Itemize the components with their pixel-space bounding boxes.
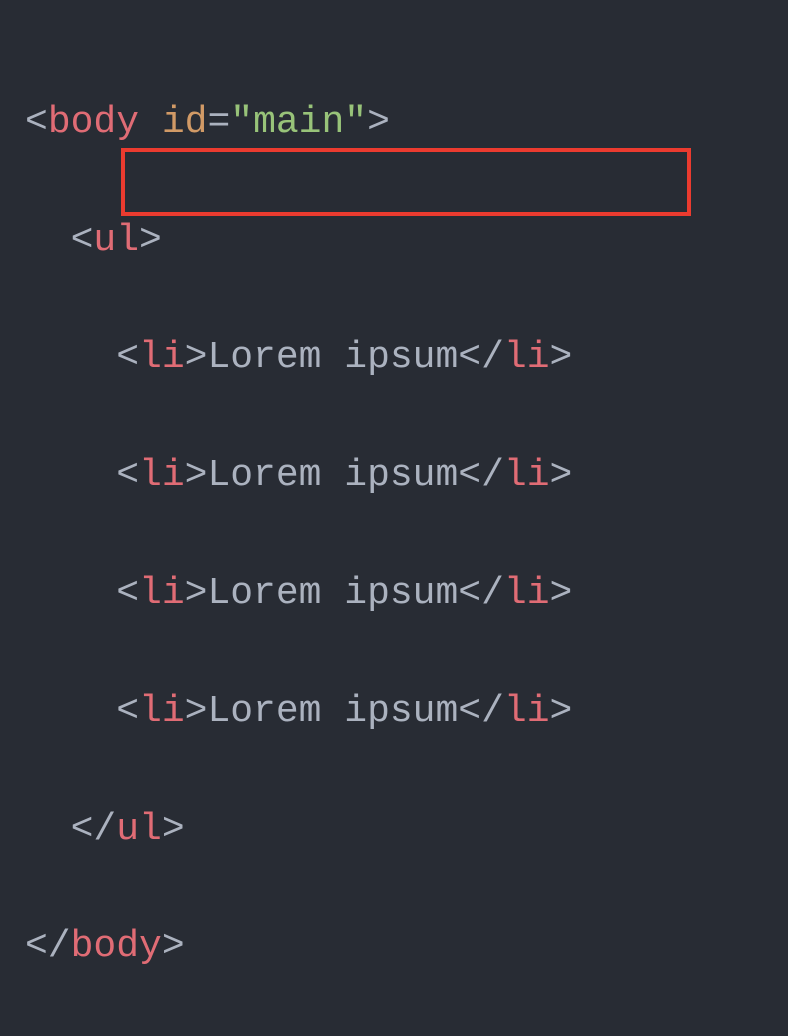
angle-bracket: < <box>25 101 48 144</box>
indent <box>25 572 116 615</box>
tag-name: li <box>139 336 185 379</box>
tag-name: li <box>139 572 185 615</box>
text-content: Lorem ipsum <box>207 690 458 733</box>
indent <box>25 336 116 379</box>
angle-bracket: > <box>367 101 390 144</box>
angle-bracket: > <box>139 219 162 262</box>
angle-bracket: > <box>185 572 208 615</box>
code-line-8: </body> <box>25 918 763 977</box>
code-line-7: </ul> <box>25 801 763 860</box>
code-line-4: <li>Lorem ipsum</li> <box>25 447 763 506</box>
code-line-6: <li>Lorem ipsum</li> <box>25 683 763 742</box>
angle-bracket: </ <box>458 454 504 497</box>
text-content: Lorem ipsum <box>207 336 458 379</box>
angle-bracket: < <box>116 572 139 615</box>
string-quote: " <box>230 101 253 144</box>
string-value: main <box>253 101 344 144</box>
angle-bracket: < <box>116 336 139 379</box>
indent <box>25 219 71 262</box>
angle-bracket: > <box>185 454 208 497</box>
indent <box>25 808 71 851</box>
tag-name: li <box>504 336 550 379</box>
angle-bracket: </ <box>458 572 504 615</box>
angle-bracket: > <box>185 690 208 733</box>
text-content: Lorem ipsum <box>207 454 458 497</box>
angle-bracket: > <box>185 336 208 379</box>
tag-name: li <box>504 690 550 733</box>
tag-name: ul <box>116 808 162 851</box>
angle-bracket: > <box>550 572 573 615</box>
tag-name: li <box>504 572 550 615</box>
angle-bracket: > <box>162 808 185 851</box>
angle-bracket: < <box>116 690 139 733</box>
angle-bracket: </ <box>25 925 71 968</box>
tag-name: li <box>139 690 185 733</box>
tag-name: body <box>71 925 162 968</box>
text-content: Lorem ipsum <box>207 572 458 615</box>
code-line-3: <li>Lorem ipsum</li> <box>25 329 763 388</box>
angle-bracket: </ <box>458 690 504 733</box>
angle-bracket: > <box>550 336 573 379</box>
tag-name: body <box>48 101 139 144</box>
indent <box>25 454 116 497</box>
angle-bracket: > <box>550 454 573 497</box>
angle-bracket: </ <box>458 336 504 379</box>
angle-bracket: < <box>116 454 139 497</box>
code-line-5: <li>Lorem ipsum</li> <box>25 565 763 624</box>
angle-bracket: > <box>550 690 573 733</box>
tag-name: li <box>139 454 185 497</box>
angle-bracket: </ <box>71 808 117 851</box>
attribute-name: id <box>162 101 208 144</box>
angle-bracket: < <box>71 219 94 262</box>
equals-sign: = <box>207 101 230 144</box>
tag-name: li <box>504 454 550 497</box>
string-quote: " <box>344 101 367 144</box>
code-line-2: <ul> <box>25 212 763 271</box>
code-line-1: <body id="main"> <box>25 94 763 153</box>
code-block: <body id="main"> <ul> <li>Lorem ipsum</l… <box>25 35 763 1036</box>
tag-name: ul <box>93 219 139 262</box>
space <box>139 101 162 144</box>
angle-bracket: > <box>162 925 185 968</box>
indent <box>25 690 116 733</box>
